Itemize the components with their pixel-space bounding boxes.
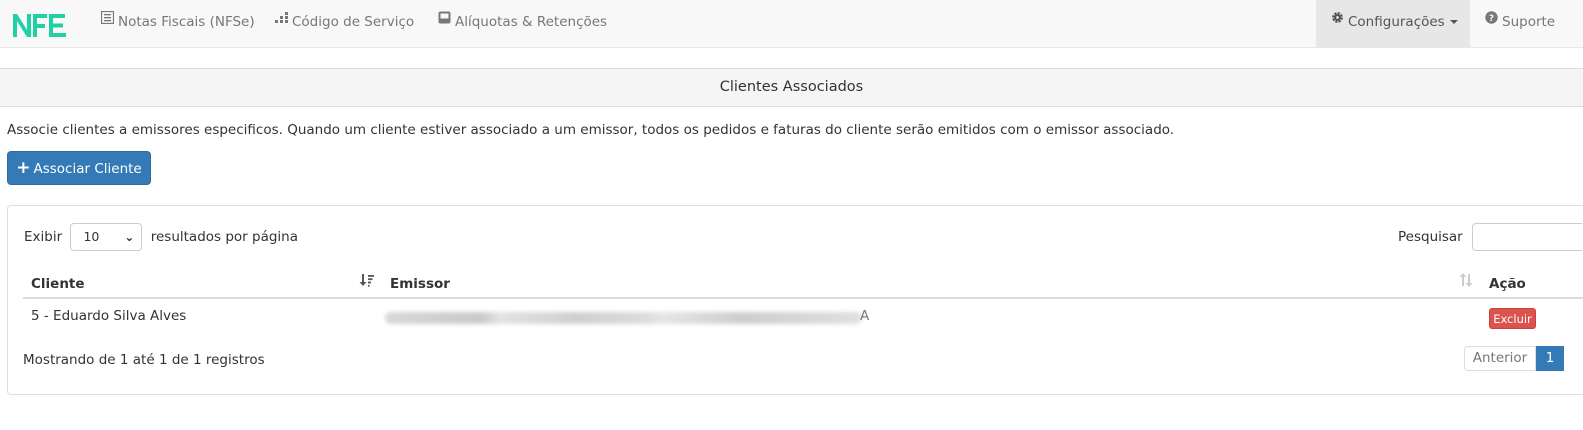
cell-emissor-visible-end: A	[860, 308, 870, 324]
nav-notas-fiscais-label: Notas Fiscais (NFSe)	[118, 14, 255, 30]
table-search: Pesquisar	[1398, 222, 1583, 252]
page-length-select[interactable]: 10 ⌄	[70, 223, 143, 251]
inbox-icon	[438, 0, 451, 43]
length-prefix: Exibir	[24, 229, 63, 245]
nav-notas-fiscais[interactable]: Notas Fiscais (NFSe)	[100, 0, 255, 47]
column-header-cliente[interactable]: Cliente	[31, 269, 85, 299]
nav-configuracoes-label: Configurações	[1348, 14, 1445, 30]
length-suffix: resultados por página	[150, 229, 299, 245]
top-navbar: Notas Fiscais (NFSe) Código de Serviço A…	[0, 0, 1583, 48]
list-alt-icon	[100, 0, 115, 43]
nfe-logo[interactable]	[11, 11, 69, 43]
page-length-value: 10	[83, 229, 100, 244]
tasks-icon	[275, 0, 288, 43]
nav-suporte-label: Suporte	[1502, 14, 1556, 30]
nav-suporte[interactable]: ? Suporte	[1485, 0, 1555, 47]
plus-icon: +	[16, 158, 31, 178]
cog-icon	[1331, 0, 1344, 43]
excluir-button[interactable]: Excluir	[1489, 308, 1536, 329]
cell-emissor-redacted	[385, 312, 862, 324]
cell-cliente: 5 - Eduardo Silva Alves	[31, 308, 187, 324]
column-header-acao: Ação	[1489, 276, 1526, 292]
clientes-table-container: Exibir 10 ⌄ resultados por página Pesqui…	[7, 205, 1583, 395]
nav-aliquotas-retencoes[interactable]: Alíquotas & Retenções	[438, 0, 607, 47]
sort-both-icon[interactable]	[1458, 272, 1474, 292]
page-length-control: Exibir 10 ⌄ resultados por página	[24, 222, 298, 252]
panel-title: Clientes Associados	[0, 68, 1583, 107]
search-input[interactable]	[1472, 223, 1583, 251]
nav-configuracoes-dropdown[interactable]: Configurações	[1316, 0, 1470, 47]
chevron-down-icon: ⌄	[124, 230, 135, 244]
table-header-divider	[23, 297, 1583, 299]
search-label: Pesquisar	[1398, 229, 1463, 245]
nav-codigo-servico-label: Código de Serviço	[292, 14, 415, 30]
nav-codigo-servico[interactable]: Código de Serviço	[275, 0, 414, 47]
svg-text:?: ?	[1489, 14, 1494, 24]
associar-cliente-label: Associar Cliente	[33, 161, 142, 177]
page-description: Associe clientes a emissores especificos…	[7, 122, 1175, 138]
associar-cliente-button[interactable]: + Associar Cliente	[7, 151, 151, 185]
column-header-emissor[interactable]: Emissor	[390, 269, 450, 299]
pagination-page-1[interactable]: 1	[1536, 346, 1564, 371]
chevron-down-icon	[1449, 20, 1458, 24]
table-info: Mostrando de 1 até 1 de 1 registros	[23, 352, 265, 368]
nfe-logo-graphic	[13, 14, 66, 37]
question-circle-icon: ?	[1485, 0, 1498, 43]
sort-desc-icon[interactable]	[359, 272, 375, 292]
nav-aliquotas-retencoes-label: Alíquotas & Retenções	[455, 14, 608, 30]
pagination-previous[interactable]: Anterior	[1464, 346, 1536, 371]
